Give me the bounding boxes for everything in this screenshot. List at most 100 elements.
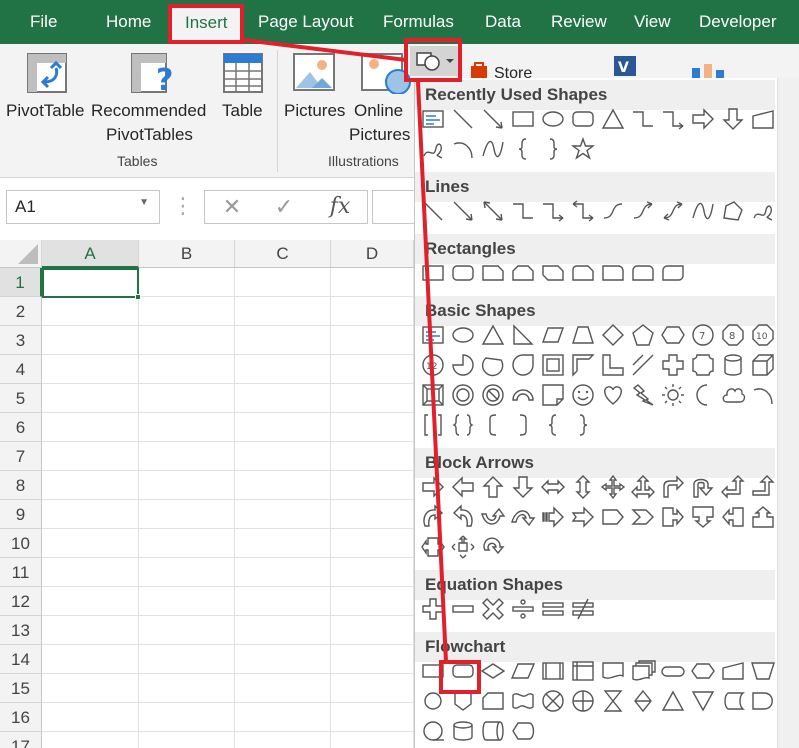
elbow-arrow-connector-shape-icon[interactable] — [540, 198, 566, 224]
cube-shape-icon[interactable] — [750, 352, 776, 378]
internal-storage-shape-icon[interactable] — [570, 658, 596, 684]
online-pictures-label-1[interactable]: Online — [354, 99, 403, 123]
donut-shape-icon[interactable] — [450, 382, 476, 408]
row-header-8[interactable]: 8 — [0, 471, 42, 500]
active-cell-a1[interactable] — [42, 268, 139, 298]
cell-c8[interactable] — [235, 471, 331, 500]
snip-diagonal-shape-icon[interactable] — [540, 260, 566, 286]
cell-a17[interactable] — [42, 732, 139, 748]
row-header-13[interactable]: 13 — [0, 616, 42, 645]
quad-arrow-callout-shape-icon[interactable] — [450, 534, 476, 560]
left-bracket-shape-icon[interactable] — [480, 412, 506, 438]
right-arrow-callout-shape-icon[interactable] — [660, 504, 686, 530]
diagonal-stripe-shape-icon[interactable] — [630, 352, 656, 378]
down-arrow-callout-shape-icon[interactable] — [690, 504, 716, 530]
curved-arrow-connector-shape-icon[interactable] — [630, 198, 656, 224]
cell-d9[interactable] — [331, 500, 414, 529]
freeform-scribble-shape-icon[interactable] — [750, 198, 776, 224]
can-shape-icon[interactable] — [720, 352, 746, 378]
row-header-15[interactable]: 15 — [0, 674, 42, 703]
oval-shape-icon[interactable] — [540, 106, 566, 132]
cell-b3[interactable] — [139, 326, 235, 355]
right-triangle-shape-icon[interactable] — [510, 322, 536, 348]
delay-shape-icon[interactable] — [750, 688, 776, 714]
cell-c6[interactable] — [235, 413, 331, 442]
division-shape-icon[interactable] — [510, 596, 536, 622]
cell-a16[interactable] — [42, 703, 139, 732]
down-arrow-shape-icon[interactable] — [720, 106, 746, 132]
menu-page-layout[interactable]: Page Layout — [258, 12, 353, 36]
left-right-arrow-shape-icon[interactable] — [540, 474, 566, 500]
cell-a3[interactable] — [42, 326, 139, 355]
left-brace-shape-icon[interactable] — [510, 136, 536, 162]
cell-c11[interactable] — [235, 558, 331, 587]
curved-right-arrow-shape-icon[interactable] — [420, 504, 446, 530]
cell-d13[interactable] — [331, 616, 414, 645]
row-header-6[interactable]: 6 — [0, 413, 42, 442]
sort-shape-icon[interactable] — [630, 688, 656, 714]
pentagon-arrow-shape-icon[interactable] — [600, 504, 626, 530]
insert-function-icon[interactable]: fx — [323, 191, 357, 225]
off-page-connector-shape-icon[interactable] — [450, 688, 476, 714]
recommended-pivottables-label-1[interactable]: Recommended — [91, 99, 206, 123]
row-header-2[interactable]: 2 — [0, 297, 42, 326]
cell-a14[interactable] — [42, 645, 139, 674]
parallelogram-shape-icon[interactable] — [540, 322, 566, 348]
pie-shape-icon[interactable] — [450, 352, 476, 378]
arc-shape-icon[interactable] — [750, 382, 776, 408]
left-right-up-arrow-shape-icon[interactable] — [630, 474, 656, 500]
text-box-shape-icon[interactable] — [420, 106, 446, 132]
terminator-shape-icon[interactable] — [660, 658, 686, 684]
sequential-access-storage-shape-icon[interactable] — [420, 718, 446, 744]
up-down-arrow-shape-icon[interactable] — [570, 474, 596, 500]
arrow-line-shape-icon[interactable] — [480, 106, 506, 132]
rounded-rectangle-shape-icon[interactable] — [570, 106, 596, 132]
cell-b15[interactable] — [139, 674, 235, 703]
cell-a12[interactable] — [42, 587, 139, 616]
isosceles-triangle-shape-icon[interactable] — [480, 322, 506, 348]
equal-shape-icon[interactable] — [540, 596, 566, 622]
chevron-down-icon[interactable]: ▼ — [139, 197, 149, 208]
circular-arrow-shape-icon[interactable] — [480, 534, 506, 560]
menu-home[interactable]: Home — [106, 12, 151, 36]
cell-b7[interactable] — [139, 442, 235, 471]
curved-left-arrow-shape-icon[interactable] — [450, 504, 476, 530]
dodecagon-shape-icon[interactable]: 12 — [420, 352, 446, 378]
curved-double-arrow-connector-shape-icon[interactable] — [660, 198, 686, 224]
manual-input-shape-icon[interactable] — [720, 658, 746, 684]
hexagon-shape-icon[interactable] — [660, 322, 686, 348]
row-header-3[interactable]: 3 — [0, 326, 42, 355]
left-arrow-callout-shape-icon[interactable] — [720, 504, 746, 530]
arc-shape-icon[interactable] — [450, 136, 476, 162]
l-shape-shape-icon[interactable] — [600, 352, 626, 378]
alternate-process-shape-icon[interactable] — [450, 658, 476, 684]
row-header-1[interactable]: 1 — [0, 268, 42, 297]
cell-a13[interactable] — [42, 616, 139, 645]
curve-shape-icon[interactable] — [480, 136, 506, 162]
enter-icon[interactable]: ✓ — [269, 191, 299, 225]
merge-shape-icon[interactable] — [690, 688, 716, 714]
cell-d5[interactable] — [331, 384, 414, 413]
cell-c14[interactable] — [235, 645, 331, 674]
summing-junction-shape-icon[interactable] — [540, 688, 566, 714]
curved-connector-shape-icon[interactable] — [600, 198, 626, 224]
column-header-c[interactable]: C — [235, 240, 331, 268]
shapes-button[interactable] — [410, 46, 460, 76]
row-header-14[interactable]: 14 — [0, 645, 42, 674]
cell-a5[interactable] — [42, 384, 139, 413]
elbow-arrow-connector-shape-icon[interactable] — [660, 106, 686, 132]
cross-shape-icon[interactable] — [660, 352, 686, 378]
cell-b1[interactable] — [139, 268, 235, 297]
cell-b16[interactable] — [139, 703, 235, 732]
cell-c10[interactable] — [235, 529, 331, 558]
star-5-point-shape-icon[interactable] — [570, 136, 596, 162]
freeform-scribble-shape-icon[interactable] — [420, 136, 446, 162]
flowchart-manual-input-shape-icon[interactable] — [750, 106, 776, 132]
rectangle-shape-icon[interactable] — [420, 260, 446, 286]
cell-c13[interactable] — [235, 616, 331, 645]
plaque-shape-icon[interactable] — [690, 352, 716, 378]
menu-insert[interactable]: Insert — [171, 7, 242, 44]
cell-b12[interactable] — [139, 587, 235, 616]
cell-a9[interactable] — [42, 500, 139, 529]
cell-d1[interactable] — [331, 268, 414, 297]
